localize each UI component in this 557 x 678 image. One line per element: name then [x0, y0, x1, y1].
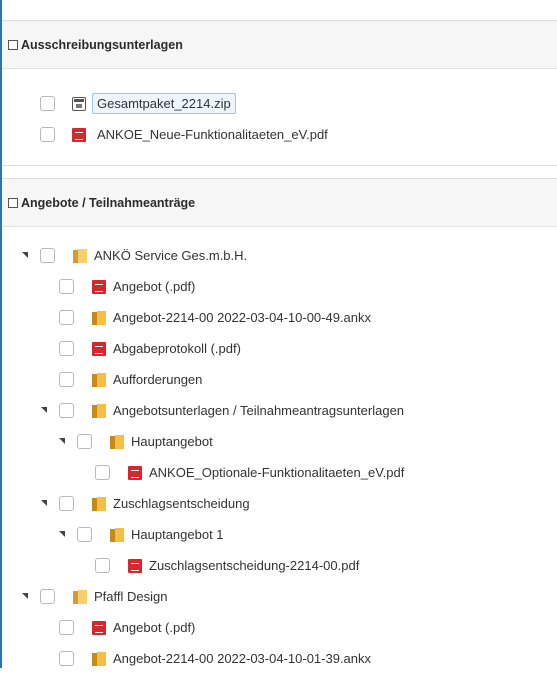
- tree-checkbox[interactable]: [77, 434, 92, 449]
- select-all-checkbox[interactable]: [8, 197, 18, 208]
- expand-triangle-icon[interactable]: [41, 500, 47, 506]
- tree-checkbox[interactable]: [59, 496, 74, 511]
- panel-title: Angebote / Teilnahmeanträge: [21, 195, 196, 210]
- tree-row[interactable]: Aufforderungen: [2, 364, 557, 395]
- tree-item-label[interactable]: Hauptangebot: [131, 434, 213, 449]
- tree-checkbox[interactable]: [95, 558, 110, 573]
- tree-checkbox[interactable]: [59, 651, 74, 666]
- file-name[interactable]: ANKOE_Neue-Funktionalitaeten_eV.pdf: [97, 127, 328, 142]
- tree-checkbox[interactable]: [95, 465, 110, 480]
- panel-title: Ausschreibungsunterlagen: [21, 37, 183, 52]
- tree-checkbox[interactable]: [59, 341, 74, 356]
- panel-header[interactable]: Angebote / Teilnahmeanträge: [2, 179, 557, 227]
- tree-row[interactable]: ANKOE_Optionale-Funktionalitaeten_eV.pdf: [2, 457, 557, 488]
- pdf-file-icon: [92, 620, 106, 635]
- tree-item-label[interactable]: ANKOE_Optionale-Funktionalitaeten_eV.pdf: [149, 465, 404, 480]
- tree-item-label[interactable]: Aufforderungen: [113, 372, 202, 387]
- tree-row[interactable]: Abgabeprotokoll (.pdf): [2, 333, 557, 364]
- panel-ausschreibungsunterlagen: Ausschreibungsunterlagen Gesamtpaket_221…: [2, 20, 557, 166]
- expand-triangle-icon[interactable]: [41, 407, 47, 413]
- tree-checkbox[interactable]: [59, 279, 74, 294]
- tree-row[interactable]: Zuschlagsentscheidung-2214-00.pdf: [2, 550, 557, 581]
- folder-icon: [92, 310, 106, 325]
- pdf-file-icon: [72, 127, 86, 142]
- tree-row[interactable]: Angebotsunterlagen / Teilnahmeantragsunt…: [2, 395, 557, 426]
- expand-triangle-icon[interactable]: [59, 438, 65, 444]
- tree-checkbox[interactable]: [77, 527, 92, 542]
- file-row[interactable]: Gesamtpaket_2214.zip: [2, 88, 557, 119]
- tree-row[interactable]: Zuschlagsentscheidung: [2, 488, 557, 519]
- folder-icon: [110, 527, 124, 542]
- tree-checkbox[interactable]: [40, 248, 55, 263]
- tree-checkbox[interactable]: [59, 620, 74, 635]
- tree-row[interactable]: Hauptangebot 1: [2, 519, 557, 550]
- tree-item-label[interactable]: Zuschlagsentscheidung-2214-00.pdf: [149, 558, 359, 573]
- tree-item-label[interactable]: Angebot-2214-00 2022-03-04-10-01-39.ankx: [113, 651, 371, 666]
- pdf-file-icon: [128, 558, 142, 573]
- file-checkbox[interactable]: [40, 127, 55, 142]
- folder-icon: [110, 434, 124, 449]
- tree-checkbox[interactable]: [59, 372, 74, 387]
- zip-file-icon: [72, 96, 86, 111]
- tree-item-label[interactable]: Hauptangebot 1: [131, 527, 224, 542]
- tree-row[interactable]: ANKÖ Service Ges.m.b.H.: [2, 240, 557, 271]
- panel-angebote: Angebote / Teilnahmeanträge ANKÖ Service…: [2, 178, 557, 678]
- tree-item-label[interactable]: Zuschlagsentscheidung: [113, 496, 250, 511]
- file-row[interactable]: ANKOE_Neue-Funktionalitaeten_eV.pdf: [2, 119, 557, 150]
- pdf-file-icon: [128, 465, 142, 480]
- tree-item-label[interactable]: Angebot (.pdf): [113, 279, 195, 294]
- expand-triangle-icon[interactable]: [22, 252, 28, 258]
- pdf-file-icon: [92, 341, 106, 356]
- tree-row[interactable]: Angebot-2214-00 2022-03-04-10-00-49.ankx: [2, 302, 557, 333]
- tree-item-label[interactable]: Angebotsunterlagen / Teilnahmeantragsunt…: [113, 403, 404, 418]
- file-list: Gesamtpaket_2214.zip ANKOE_Neue-Funktion…: [2, 69, 557, 165]
- panel-header[interactable]: Ausschreibungsunterlagen: [2, 21, 557, 69]
- select-all-checkbox[interactable]: [8, 39, 18, 50]
- tree-row[interactable]: Angebot (.pdf): [2, 612, 557, 643]
- tree-item-label[interactable]: ANKÖ Service Ges.m.b.H.: [94, 248, 247, 263]
- tree-row[interactable]: Angebot (.pdf): [2, 271, 557, 302]
- company-folder-icon: [73, 589, 87, 604]
- tree-item-label[interactable]: Angebot-2214-00 2022-03-04-10-00-49.ankx: [113, 310, 371, 325]
- folder-icon: [92, 372, 106, 387]
- tree-view: ANKÖ Service Ges.m.b.H. Angebot (.pdf) Ang…: [2, 227, 557, 674]
- file-checkbox[interactable]: [40, 96, 55, 111]
- tree-checkbox[interactable]: [59, 403, 74, 418]
- tree-item-label[interactable]: Pfaffl Design: [94, 589, 167, 604]
- expand-triangle-icon[interactable]: [22, 593, 28, 599]
- company-folder-icon: [73, 248, 87, 263]
- tree-item-label[interactable]: Abgabeprotokoll (.pdf): [113, 341, 241, 356]
- tree-row[interactable]: Pfaffl Design: [2, 581, 557, 612]
- tree-checkbox[interactable]: [59, 310, 74, 325]
- tree-row[interactable]: Hauptangebot: [2, 426, 557, 457]
- folder-icon: [92, 403, 106, 418]
- tree-row[interactable]: Angebot-2214-00 2022-03-04-10-01-39.ankx: [2, 643, 557, 674]
- tree-checkbox[interactable]: [40, 589, 55, 604]
- pdf-file-icon: [92, 279, 106, 294]
- folder-icon: [92, 496, 106, 511]
- expand-triangle-icon[interactable]: [59, 531, 65, 537]
- file-name[interactable]: Gesamtpaket_2214.zip: [92, 92, 236, 114]
- tree-item-label[interactable]: Angebot (.pdf): [113, 620, 195, 635]
- folder-icon: [92, 651, 106, 666]
